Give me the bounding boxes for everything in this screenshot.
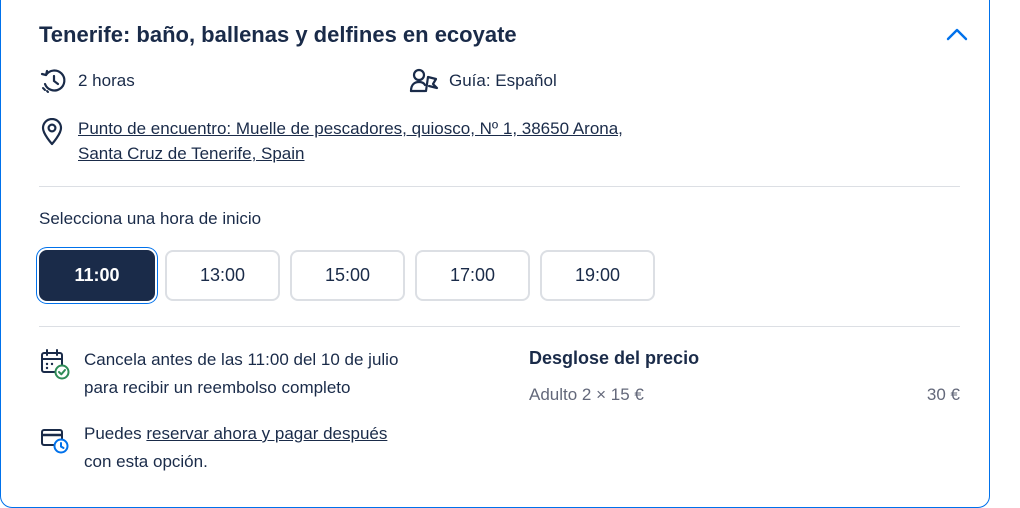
duration-row: 2 horas (40, 67, 135, 95)
card-clock-icon (41, 429, 69, 454)
price-total: 30 € (926, 385, 960, 404)
cancellation-line2: para recibir un reembolso completo (84, 378, 351, 397)
time-option-1300[interactable]: 13:00 (165, 250, 280, 301)
guide-flag-icon (409, 68, 439, 93)
reserve-later-prefix: Puedes (84, 424, 147, 443)
time-option-1100[interactable]: 11:00 (39, 250, 155, 301)
start-time-options: 11:00 13:00 15:00 17:00 19:00 (39, 250, 655, 301)
guide-text: Guía: Español (449, 71, 557, 90)
reserve-later-text: Puedes reservar ahora y pagar después co… (84, 420, 387, 476)
activity-title: Tenerife: baño, ballenas y delfines en e… (39, 22, 517, 47)
time-option-1500[interactable]: 15:00 (290, 250, 405, 301)
start-time-label: Selecciona una hora de inicio (39, 209, 262, 228)
duration-text: 2 horas (78, 71, 135, 90)
cancellation-line1: Cancela antes de las 11:00 del 10 de jul… (84, 350, 399, 369)
location-pin-icon (41, 118, 63, 146)
clock-history-icon (40, 69, 66, 93)
reserve-later-link[interactable]: reservar ahora y pagar después (146, 424, 387, 443)
divider (39, 186, 960, 187)
guide-row: Guía: Español (409, 67, 557, 95)
cancellation-text: Cancela antes de las 11:00 del 10 de jul… (84, 346, 398, 402)
price-breakdown-title: Desglose del precio (529, 348, 700, 368)
reserve-later-line2: con esta opción. (84, 452, 208, 471)
time-option-1900[interactable]: 19:00 (540, 250, 655, 301)
collapse-button[interactable] (940, 20, 974, 48)
cancellation-info: Cancela antes de las 11:00 del 10 de jul… (40, 346, 398, 402)
price-line-item: Adulto 2 × 15 € (529, 385, 644, 404)
meeting-point-line2: Santa Cruz de Tenerife, Spain (78, 144, 305, 163)
time-option-1700[interactable]: 17:00 (415, 250, 530, 301)
meeting-point-link[interactable]: Punto de encuentro: Muelle de pescadores… (78, 116, 718, 166)
chevron-up-icon (946, 28, 968, 41)
meeting-point-row: Punto de encuentro: Muelle de pescadores… (40, 116, 718, 166)
divider (39, 326, 960, 327)
reserve-later-info: Puedes reservar ahora y pagar después co… (40, 420, 387, 476)
calendar-check-icon (41, 349, 70, 380)
meeting-point-line1: Punto de encuentro: Muelle de pescadores… (78, 119, 623, 138)
